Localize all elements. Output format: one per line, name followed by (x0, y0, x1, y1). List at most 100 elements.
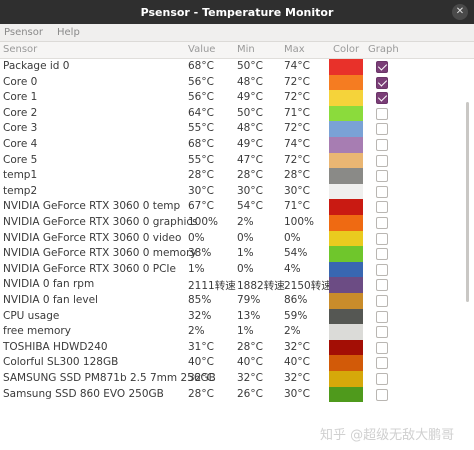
window-titlebar: Psensor - Temperature Monitor ✕ (0, 0, 474, 24)
color-swatch[interactable] (329, 105, 364, 122)
column-header-sensor[interactable]: Sensor (3, 44, 37, 55)
color-swatch[interactable] (329, 152, 364, 169)
color-swatch[interactable] (329, 90, 364, 106)
color-swatch[interactable] (329, 308, 364, 325)
graph-checkbox[interactable] (376, 201, 388, 214)
graph-checkbox[interactable] (376, 61, 388, 73)
column-header-color[interactable]: Color (333, 44, 359, 55)
table-row[interactable]: Colorful SL300 128GB 40°C 40°C 40°C (0, 355, 474, 371)
table-row[interactable]: TOSHIBA HDWD240 31°C 28°C 32°C (0, 339, 474, 356)
graph-checkbox[interactable] (376, 295, 388, 307)
graph-checkbox[interactable] (376, 388, 388, 401)
table-row[interactable]: Core 0 56°C 48°C 72°C (0, 74, 474, 91)
color-swatch[interactable] (329, 355, 364, 371)
table-row[interactable]: Samsung SSD 860 EVO 250GB 28°C 26°C 30°C (0, 386, 474, 403)
color-swatch[interactable] (329, 261, 364, 278)
table-row[interactable]: NVIDIA 0 fan level 85% 79% 86% (0, 293, 474, 309)
menu-psensor[interactable]: Psensor (4, 27, 43, 38)
color-swatch[interactable] (329, 339, 364, 356)
sensor-max: 72°C (284, 91, 310, 104)
graph-checkbox[interactable] (376, 123, 388, 136)
graph-checkbox[interactable] (376, 341, 388, 354)
sensor-min: 50°C (237, 106, 263, 119)
color-swatch[interactable] (329, 121, 364, 137)
graph-checkbox[interactable] (376, 279, 388, 292)
sensor-value: 40°C (188, 356, 214, 369)
table-row[interactable]: NVIDIA GeForce RTX 3060 0 PCIe 1% 0% 4% (0, 261, 474, 278)
table-row[interactable]: NVIDIA GeForce RTX 3060 0 memory 38% 1% 54% (0, 246, 474, 262)
sensor-value: 55°C (188, 122, 214, 135)
color-swatch[interactable] (329, 293, 364, 309)
table-row[interactable]: NVIDIA 0 fan rpm 2111转速 1882转速 2150转速 (0, 277, 474, 293)
color-swatch[interactable] (329, 230, 364, 247)
color-swatch[interactable] (329, 386, 364, 403)
table-row[interactable]: Core 4 68°C 49°C 74°C (0, 137, 474, 153)
graph-checkbox[interactable] (376, 326, 388, 339)
sensor-max: 32°C (284, 340, 310, 353)
vertical-scrollbar[interactable] (466, 102, 469, 302)
menu-help[interactable]: Help (57, 27, 80, 38)
sensor-name: NVIDIA 0 fan rpm (3, 278, 95, 291)
graph-checkbox[interactable] (376, 92, 388, 105)
sensor-max: 72°C (284, 153, 310, 166)
color-swatch[interactable] (329, 277, 364, 293)
sensor-max: 74°C (284, 138, 310, 150)
table-row[interactable]: CPU usage 32% 13% 59% (0, 308, 474, 325)
table-row[interactable]: temp1 28°C 28°C 28°C (0, 168, 474, 184)
sensor-max: 0% (284, 231, 301, 244)
color-swatch[interactable] (329, 137, 364, 153)
color-swatch[interactable] (329, 59, 364, 75)
table-row[interactable]: Package id 0 68°C 50°C 74°C (0, 59, 474, 75)
color-swatch[interactable] (329, 199, 364, 215)
sensor-value: 2111转速 (188, 280, 236, 293)
sensor-value: 28°C (188, 387, 214, 400)
graph-checkbox[interactable] (376, 232, 388, 245)
sensor-name: Core 4 (3, 138, 38, 150)
graph-checkbox[interactable] (376, 310, 388, 323)
table-row[interactable]: Core 2 64°C 50°C 71°C (0, 105, 474, 122)
graph-checkbox[interactable] (376, 107, 388, 120)
graph-checkbox[interactable] (376, 248, 388, 261)
table-row[interactable]: NVIDIA GeForce RTX 3060 0 video 0% 0% 0% (0, 230, 474, 247)
graph-checkbox[interactable] (376, 357, 388, 370)
column-header-min[interactable]: Min (237, 44, 255, 55)
color-swatch[interactable] (329, 324, 364, 340)
table-row[interactable]: NVIDIA GeForce RTX 3060 0 graphics 100% 2%… (0, 215, 474, 231)
table-row[interactable]: Core 1 56°C 49°C 72°C (0, 90, 474, 106)
column-header-graph[interactable]: Graph (368, 44, 399, 55)
sensor-min: 26°C (237, 387, 263, 400)
color-swatch[interactable] (329, 183, 364, 200)
graph-checkbox[interactable] (376, 139, 388, 151)
sensor-value: 32% (188, 309, 212, 322)
graph-checkbox[interactable] (376, 170, 388, 183)
color-swatch[interactable] (329, 215, 364, 231)
graph-checkbox[interactable] (376, 217, 388, 229)
sensor-max: 4% (284, 262, 301, 275)
sensor-min: 48°C (237, 75, 263, 88)
sensor-min: 2% (237, 216, 254, 228)
sensor-min: 48°C (237, 122, 263, 135)
table-row[interactable]: temp2 30°C 30°C 30°C (0, 183, 474, 200)
table-row[interactable]: Core 3 55°C 48°C 72°C (0, 121, 474, 137)
menu-bar: Psensor Help (0, 24, 474, 42)
column-header-max[interactable]: Max (284, 44, 305, 55)
graph-checkbox[interactable] (376, 373, 388, 385)
sensor-value: 56°C (188, 91, 214, 104)
sensor-min: 50°C (237, 60, 263, 72)
table-row[interactable]: SAMSUNG SSD PM871b 2.5 7mm 256GB 32°C 32°C… (0, 371, 474, 387)
graph-checkbox[interactable] (376, 154, 388, 167)
graph-checkbox[interactable] (376, 76, 388, 89)
table-row[interactable]: Core 5 55°C 47°C 72°C (0, 152, 474, 169)
sensor-min: 0% (237, 262, 254, 275)
sensor-min: 0% (237, 231, 254, 244)
graph-checkbox[interactable] (376, 263, 388, 276)
table-row[interactable]: NVIDIA GeForce RTX 3060 0 temp 67°C 54°C 71… (0, 199, 474, 215)
table-row[interactable]: free memory 2% 1% 2% (0, 324, 474, 340)
color-swatch[interactable] (329, 246, 364, 262)
graph-checkbox[interactable] (376, 185, 388, 198)
column-header-value[interactable]: Value (188, 44, 215, 55)
color-swatch[interactable] (329, 168, 364, 184)
close-button[interactable]: ✕ (452, 4, 468, 20)
color-swatch[interactable] (329, 74, 364, 91)
color-swatch[interactable] (329, 371, 364, 387)
